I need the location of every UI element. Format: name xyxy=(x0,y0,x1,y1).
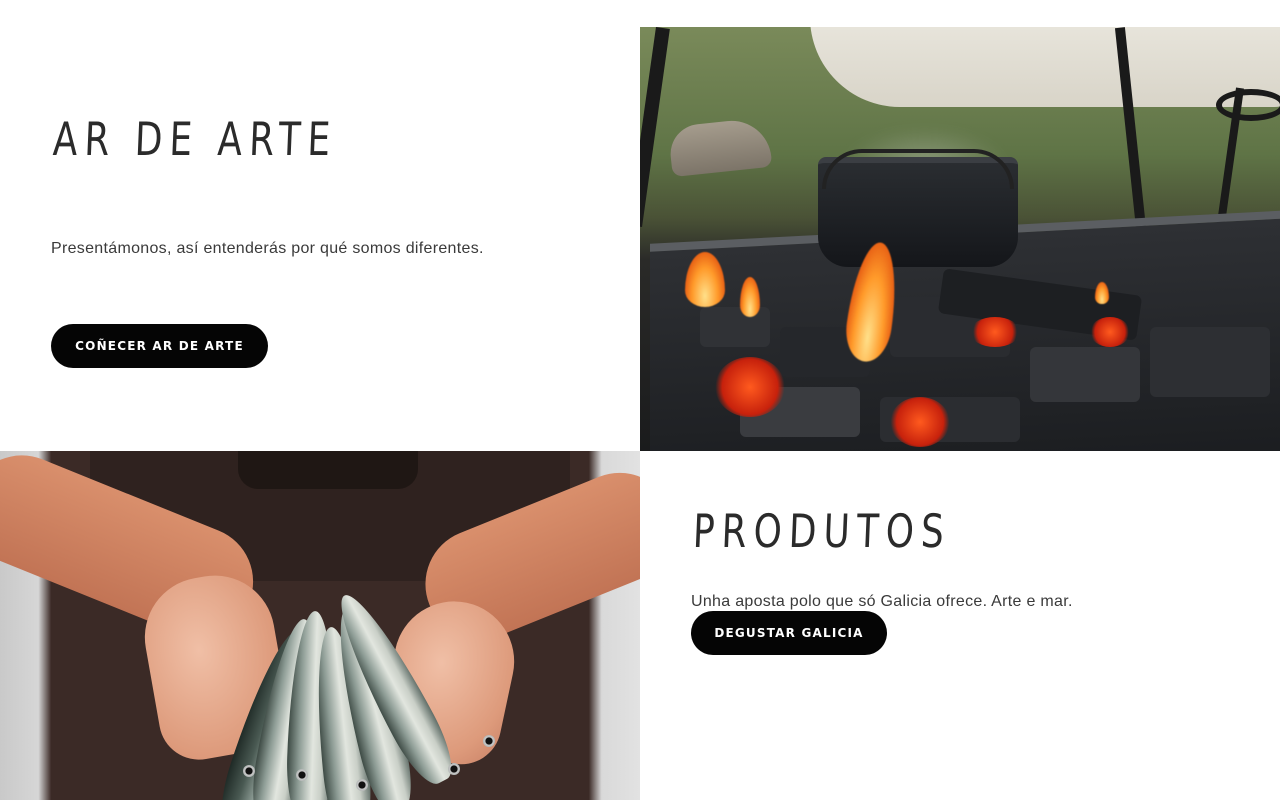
tent-shape xyxy=(810,27,1280,107)
about-section: AR DE ARTE Presentámonos, así entenderás… xyxy=(0,0,640,451)
taste-galicia-button[interactable]: DEGUSTAR GALICIA xyxy=(691,611,887,655)
ember xyxy=(970,317,1020,347)
ember xyxy=(890,397,950,447)
apron-strap xyxy=(238,451,418,489)
ember xyxy=(1090,317,1130,347)
coal xyxy=(1030,347,1140,402)
fish-eye xyxy=(483,735,495,747)
fish-eye xyxy=(356,779,368,791)
coal xyxy=(700,307,770,347)
ember xyxy=(715,357,785,417)
fish-eye xyxy=(448,763,460,775)
products-title: PRODUTOS xyxy=(691,504,952,558)
grill-ring xyxy=(1216,89,1280,121)
sack-shape xyxy=(667,116,773,178)
tripod-pole-left xyxy=(640,27,670,228)
fish-eye xyxy=(243,765,255,777)
fish-eye xyxy=(296,769,308,781)
fire-pot-photo xyxy=(640,27,1280,451)
pot-handle xyxy=(822,149,1014,189)
products-section: PRODUTOS Unha aposta polo que só Galicia… xyxy=(640,451,1280,800)
about-description: Presentámonos, así entenderás por qué so… xyxy=(51,240,484,257)
about-title: AR DE ARTE xyxy=(51,112,339,166)
discover-ar-de-arte-button[interactable]: COÑECER AR DE ARTE xyxy=(51,324,268,368)
fish-in-hands-photo xyxy=(0,451,640,800)
products-description: Unha aposta polo que só Galicia ofrece. … xyxy=(691,593,1073,610)
coal xyxy=(1150,327,1270,397)
